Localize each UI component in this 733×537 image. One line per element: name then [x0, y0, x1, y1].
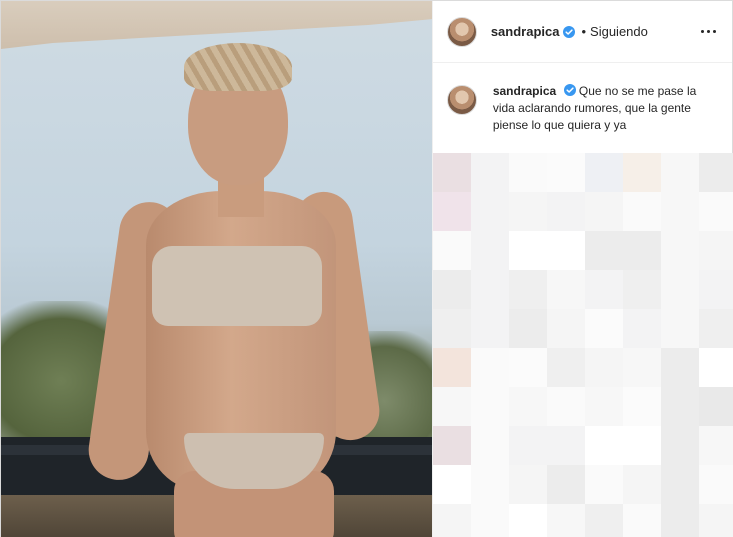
- blur-tile: [470, 504, 509, 537]
- blur-tile: [432, 465, 471, 504]
- blur-tile: [546, 153, 585, 192]
- blur-tile: [508, 504, 547, 537]
- blur-tile: [546, 348, 585, 387]
- blur-tile: [584, 465, 623, 504]
- blur-tile: [432, 231, 471, 270]
- post-header: sandrapica • Siguiendo: [432, 1, 732, 63]
- blur-tile: [470, 270, 509, 309]
- photo-bandana: [184, 43, 292, 91]
- blur-tile: [470, 387, 509, 426]
- blur-tile: [698, 387, 733, 426]
- caption-text: sandrapica Que no se me pase la vida acl…: [493, 83, 718, 134]
- following-button[interactable]: Siguiendo: [590, 24, 648, 39]
- blur-tile: [584, 387, 623, 426]
- blur-tile: [622, 153, 661, 192]
- blur-tile: [660, 270, 699, 309]
- blur-tile: [508, 348, 547, 387]
- blur-tile: [622, 231, 661, 270]
- blur-tile: [660, 348, 699, 387]
- blur-tile: [546, 387, 585, 426]
- blur-tile: [432, 387, 471, 426]
- blur-tile: [622, 465, 661, 504]
- blur-tile: [622, 309, 661, 348]
- avatar[interactable]: [446, 16, 477, 47]
- blur-tile: [432, 309, 471, 348]
- more-options-icon[interactable]: [699, 24, 718, 39]
- caption-username[interactable]: sandrapica: [493, 84, 556, 98]
- blur-tile: [698, 309, 733, 348]
- blur-tile: [508, 270, 547, 309]
- blur-tile: [470, 348, 509, 387]
- post-caption: sandrapica Que no se me pase la vida acl…: [433, 63, 732, 134]
- blur-tile: [698, 231, 733, 270]
- blur-tile: [584, 504, 623, 537]
- blur-tile: [622, 387, 661, 426]
- blur-tile: [660, 387, 699, 426]
- blur-tile: [660, 504, 699, 537]
- blur-tile: [508, 153, 547, 192]
- verified-badge-icon: [563, 25, 576, 38]
- blur-tile: [432, 504, 471, 537]
- blur-tile: [584, 153, 623, 192]
- blur-tile: [660, 231, 699, 270]
- blur-tile: [622, 192, 661, 231]
- blur-tile: [432, 153, 471, 192]
- blur-tile: [546, 426, 585, 465]
- blur-tile: [584, 270, 623, 309]
- blur-tile: [508, 192, 547, 231]
- blur-tile: [546, 504, 585, 537]
- blur-tile: [470, 231, 509, 270]
- blur-tile: [698, 465, 733, 504]
- blur-tile: [546, 231, 585, 270]
- header-separator: •: [581, 24, 587, 39]
- blur-tile: [470, 309, 509, 348]
- blur-tile: [698, 153, 733, 192]
- blur-tile: [508, 231, 547, 270]
- instagram-post: sandrapica • Siguiendo sandrapica Que no…: [0, 0, 733, 537]
- blur-tile: [470, 192, 509, 231]
- caption-avatar[interactable]: [446, 85, 477, 115]
- blur-tile: [660, 465, 699, 504]
- blur-tile: [660, 153, 699, 192]
- blur-tile: [622, 348, 661, 387]
- blur-tile: [584, 231, 623, 270]
- blur-tile: [584, 426, 623, 465]
- blur-tile: [698, 270, 733, 309]
- blur-tile: [432, 348, 471, 387]
- blur-tile: [546, 309, 585, 348]
- blur-tile: [470, 426, 509, 465]
- blurred-comments-area: [432, 153, 733, 537]
- blur-tile: [470, 153, 509, 192]
- blur-tile: [622, 426, 661, 465]
- blur-tile: [660, 426, 699, 465]
- blur-tile: [584, 192, 623, 231]
- blur-tile: [508, 426, 547, 465]
- blur-tile: [546, 465, 585, 504]
- header-username[interactable]: sandrapica: [491, 24, 560, 39]
- blur-tile: [432, 270, 471, 309]
- blur-tile: [622, 504, 661, 537]
- blur-tile: [622, 270, 661, 309]
- blur-tile: [698, 348, 733, 387]
- photo-top-garment: [152, 246, 322, 326]
- blur-tile: [432, 192, 471, 231]
- blur-tile: [698, 426, 733, 465]
- blur-tile: [584, 309, 623, 348]
- blur-tile: [660, 309, 699, 348]
- post-photo[interactable]: [1, 1, 432, 537]
- blur-tile: [698, 504, 733, 537]
- blur-tile: [508, 309, 547, 348]
- blur-tile: [546, 270, 585, 309]
- blur-tile: [432, 426, 471, 465]
- blur-tile: [470, 465, 509, 504]
- photo-subject: [84, 41, 396, 537]
- blur-tile: [698, 192, 733, 231]
- post-sidebar: sandrapica • Siguiendo sandrapica Que no…: [431, 1, 733, 537]
- blur-tile: [508, 465, 547, 504]
- blur-tile: [660, 192, 699, 231]
- blur-tile: [546, 192, 585, 231]
- caption-verified-badge-icon: [563, 84, 576, 96]
- blur-tile: [508, 387, 547, 426]
- blur-tile: [584, 348, 623, 387]
